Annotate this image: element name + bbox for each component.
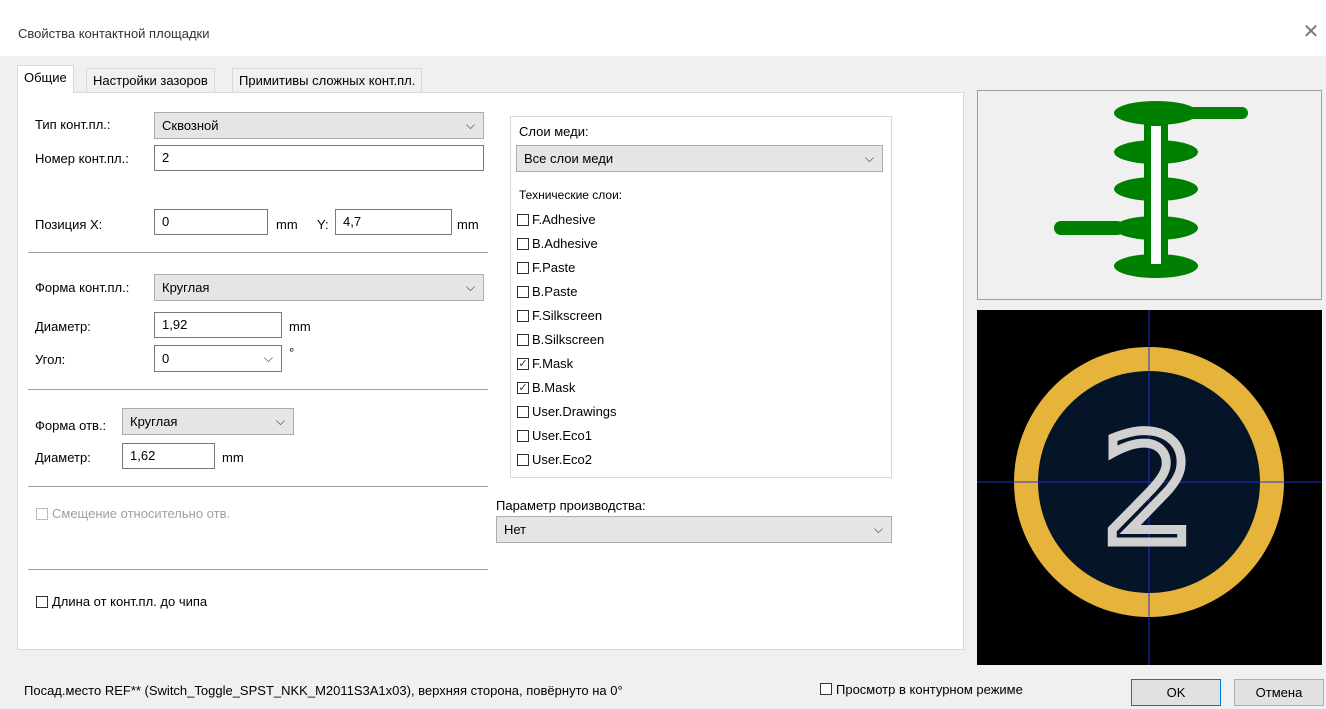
pad-preview-graphic: 2 — [977, 310, 1322, 665]
top-strip — [0, 0, 1326, 10]
ok-button[interactable]: OK — [1131, 679, 1221, 706]
hole-diameter-label: Диаметр: — [35, 450, 91, 465]
pad-shape-label: Форма конт.пл.: — [35, 280, 130, 295]
fabrication-select[interactable]: Нет ⌵ — [496, 516, 892, 543]
cancel-button[interactable]: Отмена — [1234, 679, 1324, 706]
layer-label: User.Eco2 — [532, 452, 592, 467]
chevron-down-icon: ⌵ — [263, 351, 273, 365]
layer-label: B.Adhesive — [532, 236, 598, 251]
angle-select[interactable]: 0 ⌵ — [154, 345, 282, 372]
diameter-label: Диаметр: — [35, 319, 91, 334]
layer-checkbox[interactable] — [517, 238, 529, 250]
layer-label: User.Drawings — [532, 404, 617, 419]
chevron-down-icon: ⌵ — [275, 414, 285, 428]
layer-checkbox[interactable] — [517, 454, 529, 466]
pad-number-text: 2 — [1101, 404, 1196, 578]
track-bottom — [1054, 221, 1124, 235]
tab-clearance[interactable]: Настройки зазоров — [86, 68, 215, 92]
pad-type-label: Тип конт.пл.: — [35, 117, 111, 132]
layer-checkbox[interactable] — [517, 310, 529, 322]
copper-layers-value: Все слои меди — [524, 151, 614, 166]
layer-label: User.Eco1 — [532, 428, 592, 443]
layer-label: F.Mask — [532, 356, 574, 371]
pos-y-label: Y: — [317, 217, 329, 232]
chevron-down-icon: ⌵ — [873, 522, 883, 536]
hole-shape-select[interactable]: Круглая ⌵ — [122, 408, 294, 435]
hole-diameter-unit: mm — [222, 450, 244, 465]
layer-checkbox[interactable] — [517, 334, 529, 346]
separator — [28, 389, 488, 390]
outline-mode-checkbox[interactable] — [820, 683, 832, 695]
via-hole — [1149, 124, 1163, 266]
track-top — [1168, 107, 1248, 119]
chevron-down-icon: ⌵ — [465, 118, 475, 132]
pos-y-input[interactable]: 4,7 — [335, 209, 452, 235]
angle-label: Угол: — [35, 352, 66, 367]
copper-layers-label: Слои меди: — [519, 124, 589, 139]
tab-custom-primitives[interactable]: Примитивы сложных конт.пл. — [232, 68, 423, 92]
layer-checkbox[interactable] — [517, 430, 529, 442]
layer-checkbox[interactable]: ✓ — [517, 382, 529, 394]
separator — [28, 569, 488, 570]
tech-layers-label: Технические слои: — [519, 188, 623, 202]
fabrication-label: Параметр производства: — [496, 498, 646, 513]
separator — [28, 252, 488, 253]
copper-layers-select[interactable]: Все слои меди ⌵ — [516, 145, 883, 172]
layer-checkbox[interactable] — [517, 214, 529, 226]
pad-type-select[interactable]: Сквозной ⌵ — [154, 112, 484, 139]
layer-checkbox[interactable] — [517, 406, 529, 418]
chevron-down-icon: ⌵ — [864, 151, 874, 165]
fabrication-value: Нет — [504, 522, 527, 537]
layer-label: B.Paste — [532, 284, 578, 299]
layer-label: F.Adhesive — [532, 212, 596, 227]
pos-x-label: Позиция X: — [35, 217, 103, 232]
layer-checkbox[interactable] — [517, 286, 529, 298]
status-text: Посад.место REF** (Switch_Toggle_SPST_NK… — [24, 683, 623, 698]
pad-type-value: Сквозной — [162, 118, 219, 133]
hole-diameter-input[interactable]: 1,62 — [122, 443, 215, 469]
layer-stack-graphic — [1054, 101, 1248, 278]
chevron-down-icon: ⌵ — [465, 280, 475, 294]
pad-shape-value: Круглая — [162, 280, 210, 295]
pos-y-unit: mm — [457, 217, 479, 232]
die-length-label: Длина от конт.пл. до чипа — [52, 594, 208, 609]
tab-general[interactable]: Общие — [17, 65, 74, 93]
diameter-unit: mm — [289, 319, 311, 334]
hole-shape-value: Круглая — [130, 414, 178, 429]
die-length-checkbox[interactable] — [36, 596, 48, 608]
layer-checkbox[interactable]: ✓ — [517, 358, 529, 370]
pos-x-input[interactable]: 0 — [154, 209, 268, 235]
pos-x-unit: mm — [276, 217, 298, 232]
offset-label: Смещение относительно отв. — [52, 506, 231, 521]
layer-label: F.Silkscreen — [532, 308, 603, 323]
dialog-title: Свойства контактной площадки — [18, 26, 210, 41]
pad-preview[interactable]: 2 — [977, 310, 1322, 665]
pad-shape-select[interactable]: Круглая ⌵ — [154, 274, 484, 301]
angle-value: 0 — [162, 351, 170, 366]
layer-label: F.Paste — [532, 260, 576, 275]
outline-mode-label: Просмотр в контурном режиме — [836, 682, 1023, 697]
layer-label: B.Silkscreen — [532, 332, 605, 347]
title-bar: Свойства контактной площадки ✕ — [0, 10, 1326, 56]
hole-shape-label: Форма отв.: — [35, 418, 107, 433]
layer-label: B.Mask — [532, 380, 576, 395]
angle-unit: ° — [289, 345, 295, 360]
offset-checkbox[interactable] — [36, 508, 48, 520]
pad-number-label: Номер конт.пл.: — [35, 151, 129, 166]
pad-number-input[interactable]: 2 — [154, 145, 484, 171]
diameter-input[interactable]: 1,92 — [154, 312, 282, 338]
layer-stack-preview — [977, 90, 1322, 300]
pad-properties-dialog: Свойства контактной площадки ✕ Общие Нас… — [0, 0, 1326, 709]
layer-checkbox[interactable] — [517, 262, 529, 274]
close-icon[interactable]: ✕ — [1300, 22, 1322, 44]
separator — [28, 486, 488, 487]
